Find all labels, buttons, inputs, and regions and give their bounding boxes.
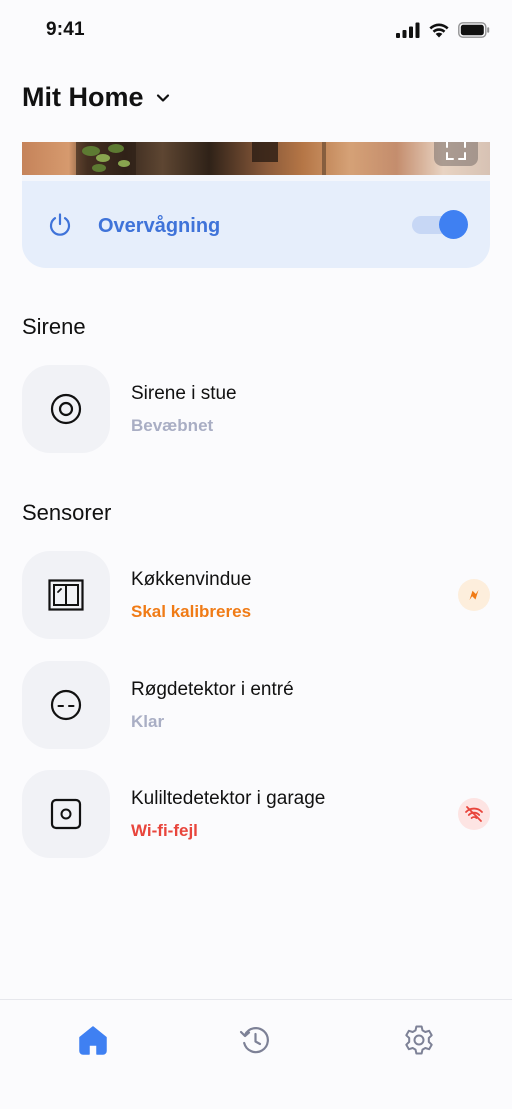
nav-history[interactable] (235, 1020, 275, 1060)
device-row-co-detector[interactable]: Kuliltedetektor i garage Wi-fi-fejl (22, 770, 490, 860)
page-title: Mit Home (22, 82, 144, 112)
device-status: Wi-fi-fejl (131, 821, 198, 840)
device-row-siren[interactable]: Sirene i stue Bevæbnet (22, 365, 490, 455)
camera-preview[interactable] (22, 142, 490, 175)
monitoring-label: Overvågning (98, 215, 221, 237)
calibration-badge (458, 579, 490, 611)
siren-icon (50, 393, 82, 425)
bottom-nav (0, 999, 512, 1109)
nav-home[interactable] (73, 1020, 113, 1060)
device-tile (22, 365, 110, 453)
fullscreen-button[interactable] (434, 142, 478, 166)
window-sensor-icon (48, 579, 84, 611)
device-name: Køkkenvindue (131, 569, 252, 590)
device-row-kitchen-window[interactable]: Køkkenvindue Skal kalibreres (22, 551, 490, 641)
status-icons (396, 22, 490, 38)
device-row-smoke-detector[interactable]: Røgdetektor i entré Klar (22, 661, 490, 751)
device-tile (22, 661, 110, 749)
status-time: 9:41 (46, 19, 85, 40)
toggle-knob (439, 210, 468, 239)
monitoring-toggle[interactable] (412, 210, 468, 240)
co-detector-icon (50, 798, 82, 830)
device-tile (22, 770, 110, 858)
chevron-down-icon (156, 93, 169, 102)
wifi-icon (429, 23, 449, 38)
home-selector[interactable]: Mit Home (22, 82, 170, 113)
wifi-error-badge (458, 798, 490, 830)
signal-icon (396, 22, 420, 38)
section-title-siren: Sirene (22, 314, 86, 339)
power-icon (49, 213, 71, 236)
home-icon (79, 1026, 107, 1055)
wifi-off-icon (465, 806, 483, 822)
status-bar: 9:41 (0, 0, 512, 62)
history-icon (239, 1027, 269, 1054)
section-title-sensors: Sensorer (22, 500, 112, 525)
device-status: Skal kalibreres (131, 602, 252, 621)
smoke-detector-icon (50, 689, 82, 721)
monitoring-row: Overvågning (22, 181, 490, 268)
device-status: Klar (131, 712, 165, 731)
battery-icon (458, 22, 490, 38)
nav-settings[interactable] (399, 1020, 439, 1060)
monitoring-card: Overvågning (22, 142, 490, 268)
device-status: Bevæbnet (131, 416, 214, 435)
settings-icon (405, 1025, 433, 1055)
device-name: Kuliltedetektor i garage (131, 788, 326, 809)
compass-icon (469, 590, 479, 600)
fullscreen-icon (446, 142, 466, 160)
device-name: Røgdetektor i entré (131, 679, 294, 700)
device-tile (22, 551, 110, 639)
device-name: Sirene i stue (131, 383, 237, 404)
